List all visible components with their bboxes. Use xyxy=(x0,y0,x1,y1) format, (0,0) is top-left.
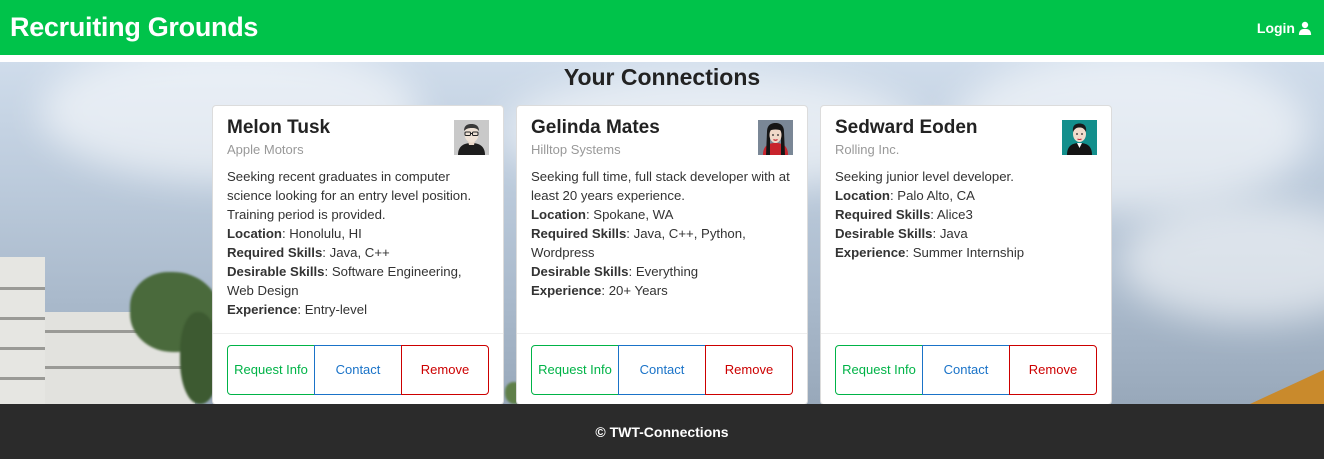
footer-copyright: © TWT-Connections xyxy=(595,423,729,440)
login-label[interactable]: Login xyxy=(1257,20,1295,36)
roof-image xyxy=(1250,367,1324,404)
experience-row: Experience: 20+ Years xyxy=(531,283,668,298)
top-navbar: Recruiting Grounds Login xyxy=(0,0,1324,55)
job-description: Seeking junior level developer. xyxy=(835,169,1014,184)
required-skills-row: Required Skills: Java, C++, Python, Word… xyxy=(531,226,746,260)
contact-name: Sedward Eoden xyxy=(835,117,978,138)
request-info-button[interactable]: Request Info xyxy=(835,345,923,395)
desirable-skills-row: Desirable Skills: Software Engineering, … xyxy=(227,264,462,298)
request-info-button[interactable]: Request Info xyxy=(227,345,315,395)
page-title: Your Connections xyxy=(563,64,761,90)
desirable-skills-row: Desirable Skills: Everything xyxy=(531,264,699,279)
contact-button[interactable]: Contact xyxy=(618,345,706,395)
user-icon[interactable] xyxy=(1298,21,1312,35)
request-info-button[interactable]: Request Info xyxy=(531,345,619,395)
connection-card: Sedward Eoden Rolling Inc. Seeking junio… xyxy=(820,105,1112,405)
card-footer: Request Info Contact Remove xyxy=(517,333,807,405)
woman-red-hair-avatar-icon xyxy=(758,120,793,155)
remove-button[interactable]: Remove xyxy=(705,345,793,395)
required-skills-row: Required Skills: Java, C++ xyxy=(227,245,390,260)
contact-name: Melon Tusk xyxy=(227,117,331,138)
location-row: Location: Honolulu, HI xyxy=(227,226,362,241)
remove-button[interactable]: Remove xyxy=(401,345,489,395)
job-description: Seeking full time, full stack developer … xyxy=(531,169,790,203)
experience-row: Experience: Summer Internship xyxy=(835,245,1025,260)
man-teal-background-avatar-icon xyxy=(1062,120,1097,155)
login-link[interactable]: Login xyxy=(1257,20,1312,36)
contact-button[interactable]: Contact xyxy=(922,345,1010,395)
building-image xyxy=(0,257,45,404)
location-row: Location: Palo Alto, CA xyxy=(835,188,975,203)
card-actions: Request Info Contact Remove xyxy=(835,345,1097,395)
job-description: Seeking recent graduates in computer sci… xyxy=(227,169,472,222)
page-footer: © TWT-Connections xyxy=(0,404,1324,459)
man-glasses-avatar-icon xyxy=(454,120,489,155)
remove-button[interactable]: Remove xyxy=(1009,345,1097,395)
connection-card: Melon Tusk Apple Motors Seeking recent g… xyxy=(212,105,504,405)
connection-card: Gelinda Mates Hilltop Systems Seeking fu… xyxy=(516,105,808,405)
experience-row: Experience: Entry-level xyxy=(227,302,367,317)
desirable-skills-row: Desirable Skills: Java xyxy=(835,226,968,241)
company-name: Rolling Inc. xyxy=(835,142,900,157)
card-footer: Request Info Contact Remove xyxy=(821,333,1111,405)
company-name: Apple Motors xyxy=(227,142,304,157)
contact-button[interactable]: Contact xyxy=(314,345,402,395)
location-row: Location: Spokane, WA xyxy=(531,207,674,222)
card-actions: Request Info Contact Remove xyxy=(531,345,793,395)
required-skills-row: Required Skills: Alice3 xyxy=(835,207,973,222)
card-actions: Request Info Contact Remove xyxy=(227,345,489,395)
company-name: Hilltop Systems xyxy=(531,142,621,157)
card-footer: Request Info Contact Remove xyxy=(213,333,503,405)
contact-name: Gelinda Mates xyxy=(531,117,660,138)
brand-title[interactable]: Recruiting Grounds xyxy=(10,12,258,43)
